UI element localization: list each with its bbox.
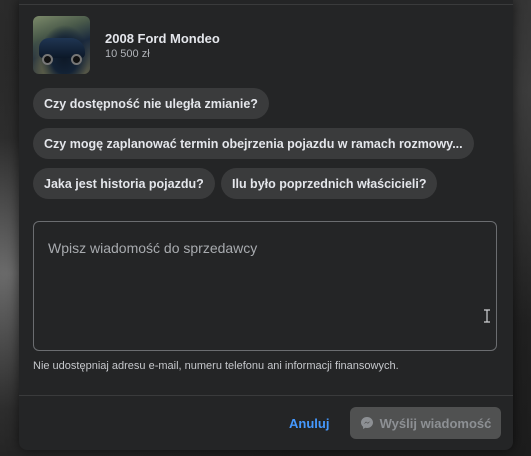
- privacy-disclaimer: Nie udostępniaj adresu e-mail, numeru te…: [33, 360, 399, 372]
- send-message-button[interactable]: Wyślij wiadomość: [350, 407, 501, 439]
- suggestion-chip-schedule-viewing[interactable]: Czy mogę zaplanować termin obejrzenia po…: [33, 128, 474, 159]
- suggestion-chip-vehicle-history[interactable]: Jaka jest historia pojazdu?: [33, 168, 215, 199]
- listing-summary: 2008 Ford Mondeo 10 500 zł: [33, 16, 220, 74]
- send-button-label: Wyślij wiadomość: [379, 415, 492, 431]
- listing-thumbnail: [33, 16, 90, 74]
- suggestion-chip-availability[interactable]: Czy dostępność nie uległa zmianie?: [33, 88, 269, 119]
- car-wheel: [42, 54, 53, 65]
- message-input-container[interactable]: [33, 221, 497, 351]
- listing-price: 10 500 zł: [105, 47, 150, 60]
- text-cursor-icon: [483, 309, 491, 323]
- listing-info: 2008 Ford Mondeo 10 500 zł: [105, 30, 220, 61]
- footer-divider: [19, 395, 513, 396]
- listing-title: 2008 Ford Mondeo: [105, 30, 220, 46]
- top-divider: [19, 4, 513, 5]
- cancel-button[interactable]: Anuluj: [289, 416, 329, 431]
- car-wheel: [71, 54, 82, 65]
- message-seller-dialog: 2008 Ford Mondeo 10 500 zł Czy dostępnoś…: [19, 0, 513, 450]
- suggestion-chip-previous-owners[interactable]: Ilu było poprzednich właścicieli?: [221, 168, 438, 199]
- message-input[interactable]: [34, 222, 496, 350]
- messenger-icon: [360, 416, 374, 430]
